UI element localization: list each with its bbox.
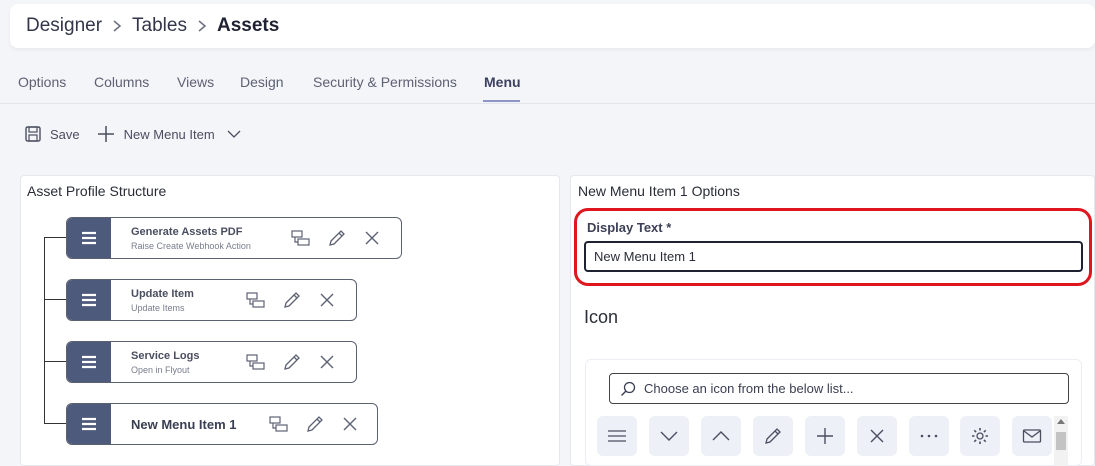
menu-node-subtitle: Update Items <box>131 302 185 313</box>
menu-node-subtitle: Open in Flyout <box>131 364 190 375</box>
menu-node[interactable]: Service Logs Open in Flyout <box>66 341 357 383</box>
tab-menu[interactable]: Menu <box>484 74 521 90</box>
menu-node-title: Service Logs <box>131 349 200 362</box>
gear-icon-tile[interactable] <box>960 416 1000 456</box>
chevron-down-icon[interactable] <box>227 129 241 139</box>
plus-icon-tile[interactable] <box>805 416 845 456</box>
tree-trunk-line <box>44 237 45 423</box>
chevron-right-icon <box>112 19 122 33</box>
new-menu-item-label: New Menu Item <box>123 126 215 142</box>
tab-design[interactable]: Design <box>240 74 284 90</box>
pencil-icon[interactable] <box>282 290 302 310</box>
breadcrumb-designer[interactable]: Designer <box>26 15 102 37</box>
tree-branch-line <box>44 237 66 238</box>
tab-options[interactable]: Options <box>18 74 66 90</box>
menu-icon-tile[interactable] <box>597 416 637 456</box>
display-text-input[interactable]: New Menu Item 1 <box>584 241 1083 272</box>
menu-node-subtitle: Raise Create Webhook Action <box>131 240 251 251</box>
icon-list-scrollbar[interactable] <box>1054 416 1068 466</box>
breadcrumb-assets: Assets <box>216 15 280 36</box>
active-tab-indicator <box>483 100 520 102</box>
menu-node-text: New Menu Item 1 <box>131 417 236 432</box>
menu-node[interactable]: Update Item Update Items <box>66 279 357 321</box>
breadcrumb-bar: Designer Tables Assets <box>10 4 1095 48</box>
structure-panel-title: Asset Profile Structure <box>27 183 167 199</box>
display-text-label: Display Text * <box>587 220 672 235</box>
close-icon[interactable] <box>318 291 336 309</box>
sub-items-icon[interactable] <box>246 291 266 309</box>
close-icon-tile[interactable] <box>857 416 897 456</box>
sub-items-icon[interactable] <box>269 415 289 433</box>
toolbar: Save New Menu Item <box>24 122 241 146</box>
tree-branch-line <box>44 423 66 424</box>
pencil-icon[interactable] <box>282 352 302 372</box>
menu-node-actions <box>246 352 336 372</box>
tab-columns[interactable]: Columns <box>94 74 149 90</box>
menu-node-text: Update Item Update Items <box>131 288 194 313</box>
close-icon[interactable] <box>318 353 336 371</box>
tree-branch-line <box>44 361 66 362</box>
chevron-right-icon <box>197 19 207 33</box>
menu-node-actions <box>291 228 381 248</box>
menu-node[interactable]: Generate Assets PDF Raise Create Webhook… <box>66 217 402 259</box>
chevron-down-icon-tile[interactable] <box>649 416 689 456</box>
chevron-up-icon-tile[interactable] <box>701 416 741 456</box>
tab-views[interactable]: Views <box>177 74 214 90</box>
menu-node-text: Generate Assets PDF Raise Create Webhook… <box>131 226 251 251</box>
pencil-icon-tile[interactable] <box>753 416 793 456</box>
drag-handle-icon[interactable] <box>67 280 111 320</box>
mail-icon-tile[interactable] <box>1012 416 1052 456</box>
new-menu-item-button[interactable]: New Menu Item <box>96 124 241 144</box>
drag-handle-icon[interactable] <box>67 404 111 444</box>
pencil-icon[interactable] <box>327 228 347 248</box>
menu-node-title: Update Item <box>131 287 194 300</box>
close-icon[interactable] <box>363 229 381 247</box>
menu-node-text: Service Logs Open in Flyout <box>131 350 199 375</box>
sub-items-icon[interactable] <box>246 353 266 371</box>
icon-section-title: Icon <box>584 307 619 327</box>
close-icon[interactable] <box>341 415 359 433</box>
menu-node-title: New Menu Item 1 <box>131 416 237 432</box>
tab-bar: Options Columns Views Design Security & … <box>0 60 1095 104</box>
scroll-up-icon[interactable] <box>1057 419 1065 424</box>
icon-search-placeholder: Choose an icon from the below list... <box>644 381 854 396</box>
save-icon <box>24 125 42 143</box>
breadcrumb-tables[interactable]: Tables <box>132 15 187 37</box>
tree-branch-line <box>44 299 66 300</box>
pencil-icon[interactable] <box>305 414 325 434</box>
options-panel-title: New Menu Item 1 Options <box>578 183 740 199</box>
icon-search-input[interactable]: Choose an icon from the below list... <box>609 373 1069 404</box>
menu-node-actions <box>246 290 336 310</box>
more-icon-tile[interactable] <box>909 416 949 456</box>
save-label: Save <box>50 126 80 142</box>
menu-node-actions <box>269 414 359 434</box>
plus-icon <box>96 124 116 144</box>
search-icon <box>620 381 636 397</box>
drag-handle-icon[interactable] <box>67 342 111 382</box>
menu-node-title: Generate Assets PDF <box>131 225 243 238</box>
tab-security-permissions[interactable]: Security & Permissions <box>313 74 457 90</box>
sub-items-icon[interactable] <box>291 229 311 247</box>
drag-handle-icon[interactable] <box>67 218 111 258</box>
scroll-thumb[interactable] <box>1056 432 1066 450</box>
save-button[interactable]: Save <box>24 125 80 143</box>
menu-node[interactable]: New Menu Item 1 <box>66 403 378 445</box>
